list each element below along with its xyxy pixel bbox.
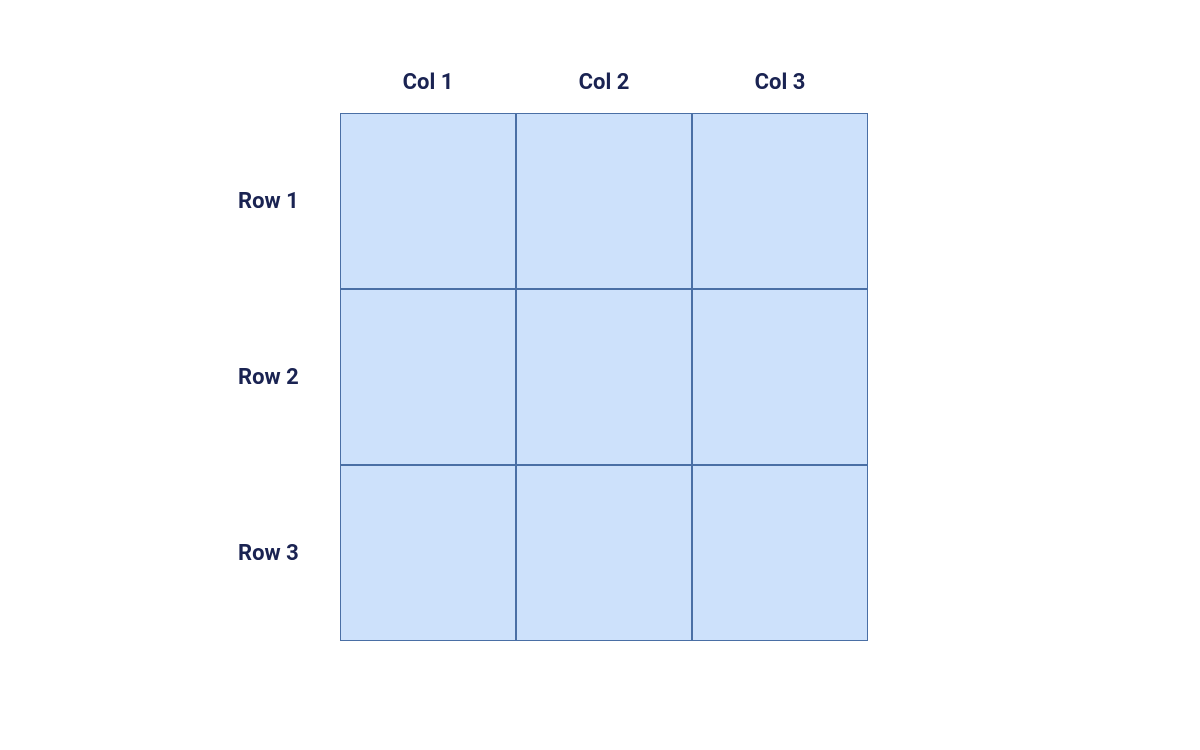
cell-r2-c2: [516, 289, 692, 465]
row-headers: Row 1 Row 2 Row 3: [230, 113, 340, 641]
cell-r2-c1: [340, 289, 516, 465]
column-headers: Col 1 Col 2 Col 3: [340, 70, 868, 95]
cell-r1-c3: [692, 113, 868, 289]
row-header-1: Row 1: [230, 113, 340, 289]
cell-r3-c1: [340, 465, 516, 641]
row-header-3: Row 3: [230, 465, 340, 641]
column-header-2: Col 2: [516, 70, 692, 95]
grid-cells: [340, 113, 868, 641]
cell-r3-c3: [692, 465, 868, 641]
column-header-3: Col 3: [692, 70, 868, 95]
grid-diagram: Col 1 Col 2 Col 3 Row 1 Row 2 Row 3: [230, 70, 868, 641]
cell-r3-c2: [516, 465, 692, 641]
grid-body: Row 1 Row 2 Row 3: [230, 113, 868, 641]
row-header-2: Row 2: [230, 289, 340, 465]
cell-r1-c1: [340, 113, 516, 289]
cell-r2-c3: [692, 289, 868, 465]
cell-r1-c2: [516, 113, 692, 289]
column-header-1: Col 1: [340, 70, 516, 95]
